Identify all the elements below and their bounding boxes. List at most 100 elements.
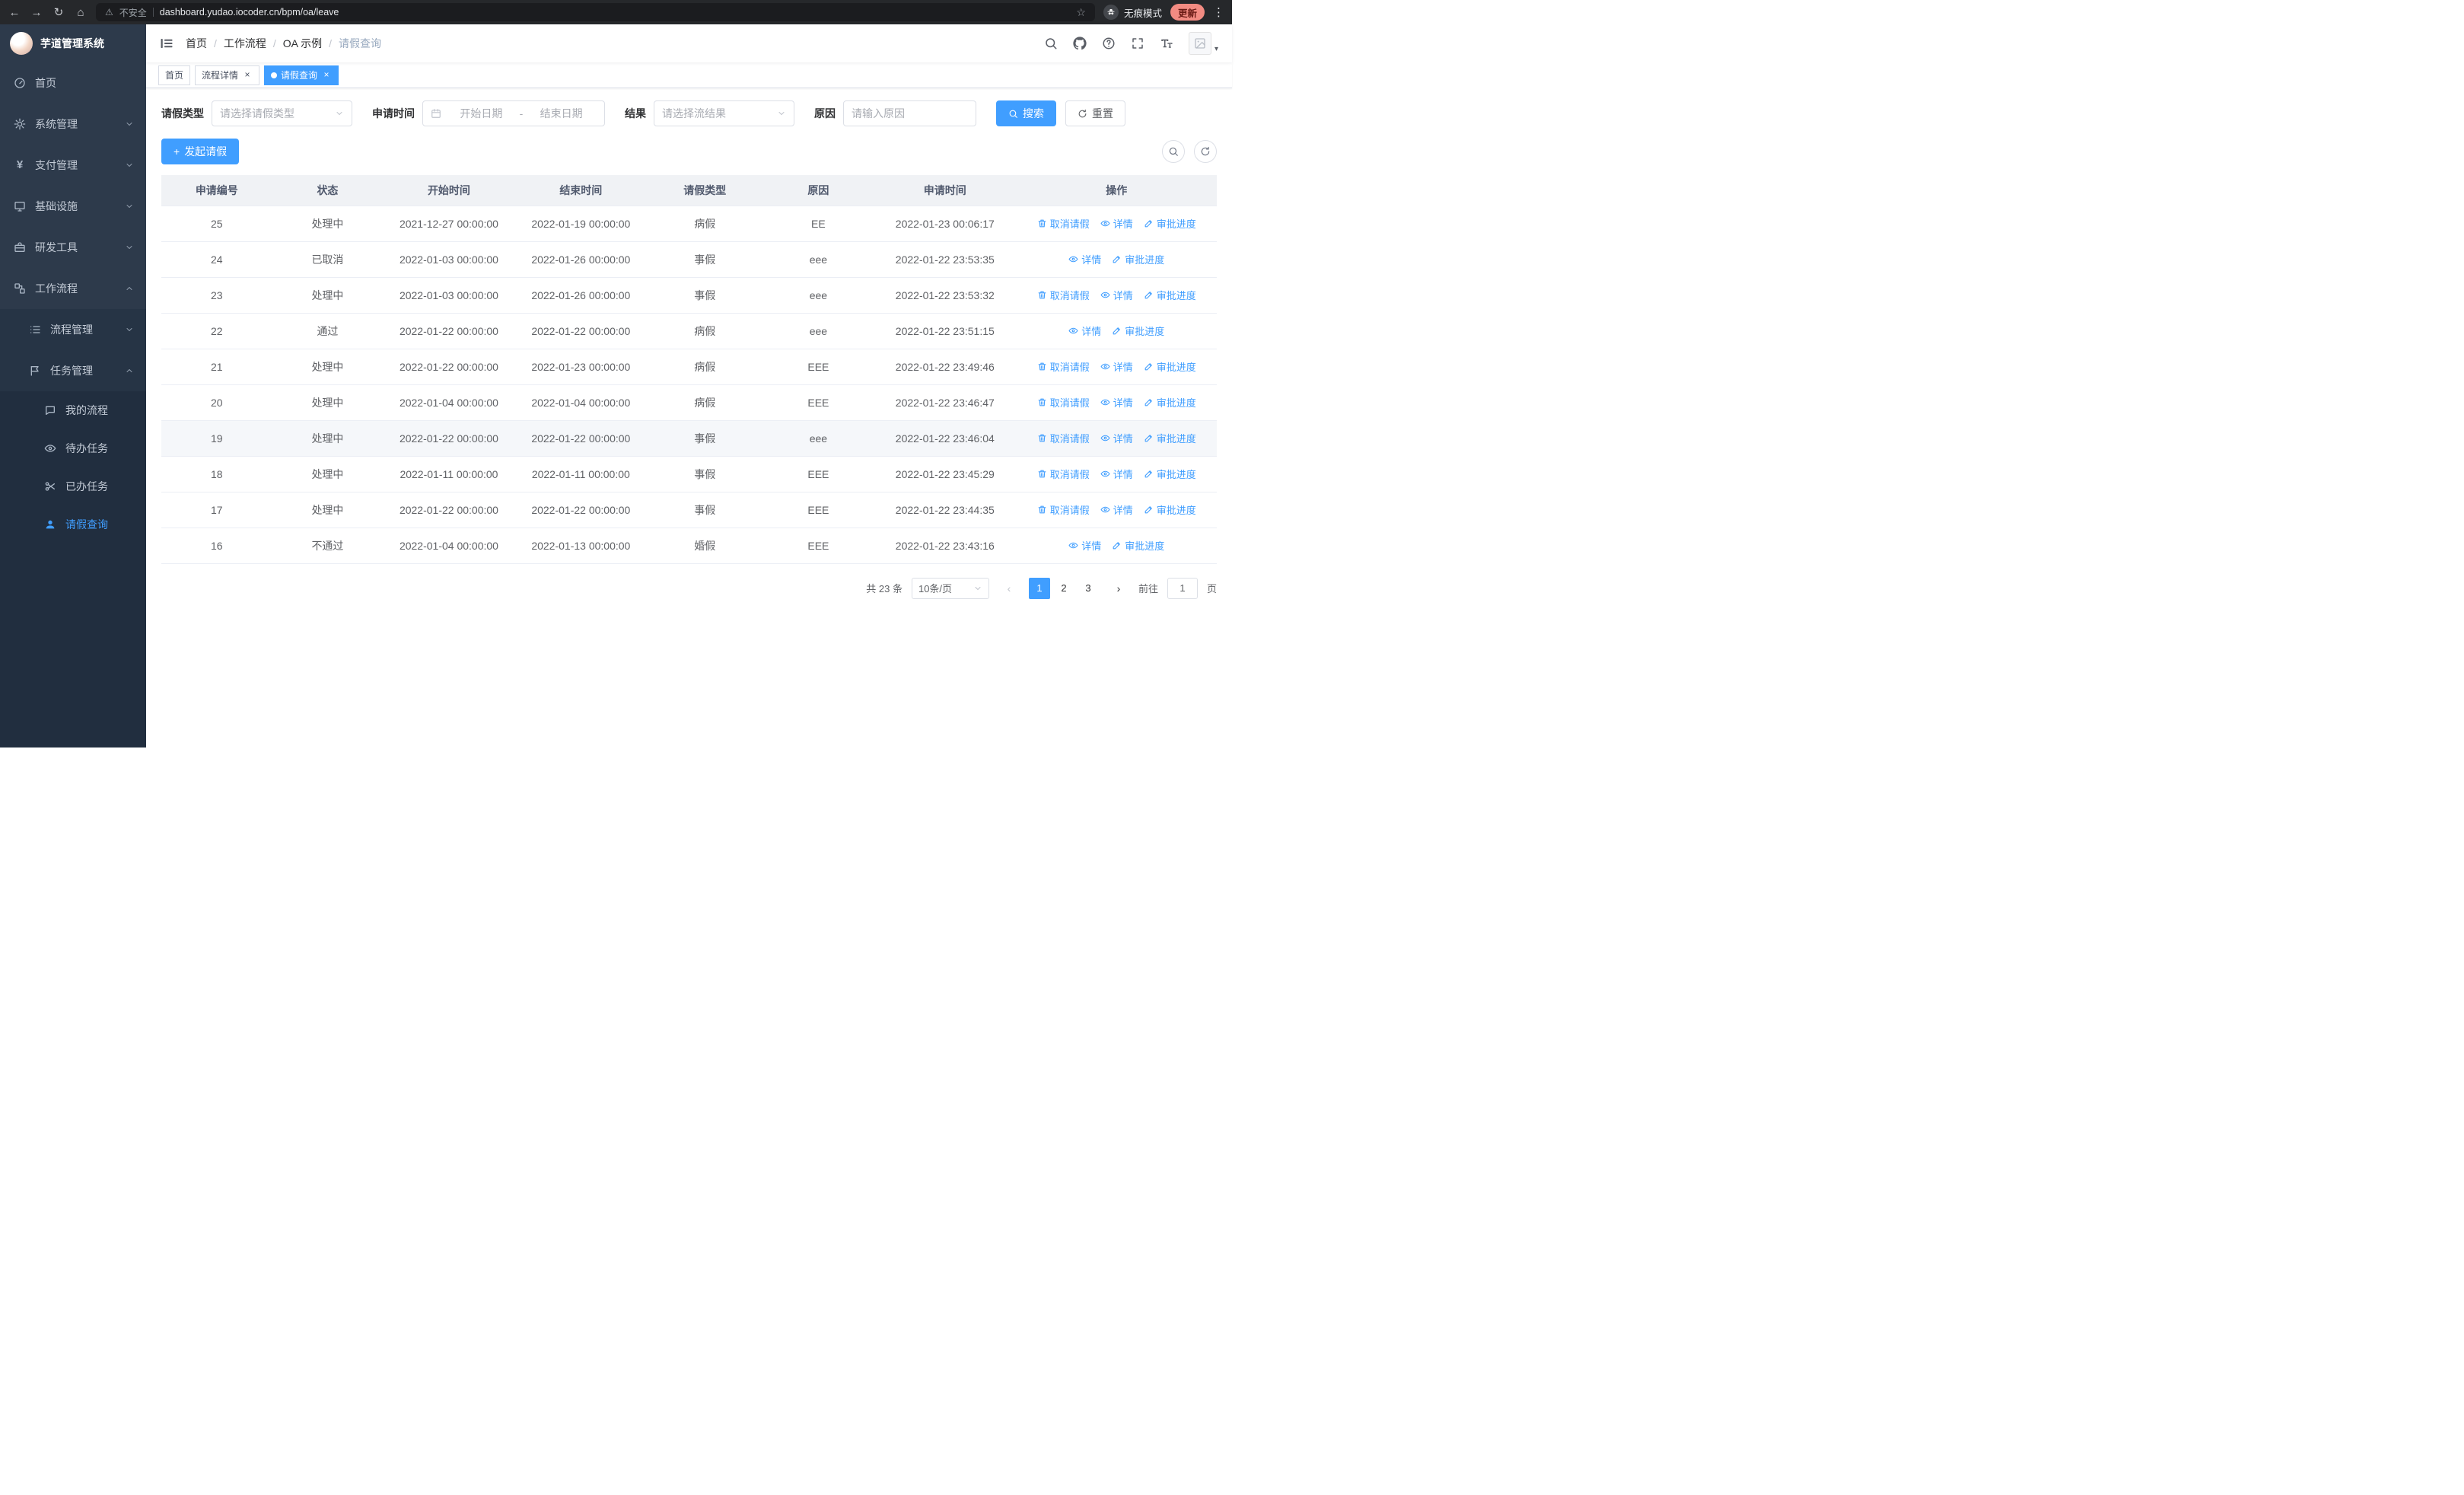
reload-icon[interactable]: ↻ <box>52 5 65 19</box>
trash-icon <box>1037 433 1047 443</box>
github-icon[interactable] <box>1073 37 1087 50</box>
progress-action[interactable]: 审批进度 <box>1112 252 1164 266</box>
cell-status: 处理中 <box>272 456 384 492</box>
search-button[interactable]: 搜索 <box>996 100 1056 126</box>
sidebar-item-leave-query[interactable]: 请假查询 <box>0 505 146 543</box>
search-icon[interactable] <box>1044 37 1058 50</box>
cell-actions: 取消请假 详情 审批进度 <box>1016 206 1217 242</box>
reset-button[interactable]: 重置 <box>1065 100 1125 126</box>
detail-action[interactable]: 详情 <box>1100 467 1133 481</box>
goto-page-input[interactable] <box>1167 577 1198 599</box>
page-button-2[interactable]: 2 <box>1053 578 1074 599</box>
breadcrumb-item[interactable]: 工作流程 <box>224 36 266 51</box>
cancel-action[interactable]: 取消请假 <box>1037 216 1090 231</box>
close-icon[interactable]: × <box>321 69 332 81</box>
detail-action[interactable]: 详情 <box>1100 216 1133 231</box>
edit-icon <box>1144 397 1154 407</box>
cell-end: 2022-01-22 00:00:00 <box>514 313 647 349</box>
tab-home[interactable]: 首页 <box>158 65 191 85</box>
update-button[interactable]: 更新 <box>1170 4 1205 21</box>
detail-action[interactable]: 详情 <box>1068 324 1101 338</box>
back-icon[interactable]: ← <box>8 6 21 19</box>
progress-action[interactable]: 审批进度 <box>1112 324 1164 338</box>
page-content: 请假类型 请选择请假类型 申请时间 开始日期 - 结束日期 结果 请选择流结果 … <box>146 88 1232 748</box>
start-date-input[interactable]: 开始日期 <box>446 106 517 121</box>
reason-input[interactable] <box>843 100 976 126</box>
toggle-search-button[interactable] <box>1162 140 1185 163</box>
sidebar-collapse-icon[interactable] <box>160 37 173 50</box>
tab-process-detail[interactable]: 流程详情 × <box>195 65 260 85</box>
sidebar-item-workflow[interactable]: 工作流程 <box>0 268 146 309</box>
sidebar-item-home[interactable]: 首页 <box>0 62 146 104</box>
table-row: 20 处理中 2022-01-04 00:00:00 2022-01-04 00:00… <box>161 384 1217 421</box>
sidebar-item-task-management[interactable]: 任务管理 <box>0 350 146 391</box>
user-menu[interactable]: ▾ <box>1188 32 1218 55</box>
sidebar-item-payment[interactable]: ¥ 支付管理 <box>0 145 146 186</box>
tab-leave-query[interactable]: 请假查询 × <box>264 65 339 85</box>
more-menu-icon[interactable]: ⋮ <box>1213 5 1224 19</box>
cancel-action[interactable]: 取消请假 <box>1037 431 1090 445</box>
forward-icon[interactable]: → <box>30 6 43 19</box>
cancel-action[interactable]: 取消请假 <box>1037 288 1090 302</box>
breadcrumb-item[interactable]: OA 示例 <box>283 36 322 51</box>
address-bar[interactable]: ⚠ 不安全 dashboard.yudao.iocoder.cn/bpm/oa/… <box>96 3 1095 21</box>
sidebar-item-my-process[interactable]: 我的流程 <box>0 391 146 429</box>
progress-action[interactable]: 审批进度 <box>1144 395 1196 410</box>
end-date-input[interactable]: 结束日期 <box>526 106 597 121</box>
progress-action[interactable]: 审批进度 <box>1144 288 1196 302</box>
cancel-action[interactable]: 取消请假 <box>1037 359 1090 374</box>
detail-action[interactable]: 详情 <box>1100 431 1133 445</box>
detail-action[interactable]: 详情 <box>1100 502 1133 517</box>
sidebar-item-todo-tasks[interactable]: 待办任务 <box>0 429 146 467</box>
sidebar-item-infrastructure[interactable]: 基础设施 <box>0 186 146 227</box>
cell-actions: 取消请假 详情 审批进度 <box>1016 456 1217 492</box>
leave-type-select[interactable]: 请选择请假类型 <box>212 100 352 126</box>
app-logo[interactable]: 芋道管理系统 <box>0 24 146 62</box>
close-icon[interactable]: × <box>242 69 253 81</box>
result-select[interactable]: 请选择流结果 <box>654 100 794 126</box>
plus-icon: + <box>173 145 180 158</box>
workflow-icon <box>14 282 26 295</box>
prev-page-button[interactable]: ‹ <box>998 578 1020 599</box>
refresh-table-button[interactable] <box>1194 140 1217 163</box>
progress-action[interactable]: 审批进度 <box>1144 467 1196 481</box>
eye-icon <box>1100 362 1110 371</box>
next-page-button[interactable]: › <box>1108 578 1129 599</box>
page-button-3[interactable]: 3 <box>1078 578 1099 599</box>
cancel-action[interactable]: 取消请假 <box>1037 395 1090 410</box>
progress-action[interactable]: 审批进度 <box>1112 538 1164 553</box>
security-label[interactable]: 不安全 <box>119 6 147 19</box>
star-icon[interactable]: ☆ <box>1076 6 1086 19</box>
progress-action[interactable]: 审批进度 <box>1144 431 1196 445</box>
monitor-icon <box>14 200 26 212</box>
page-button-1[interactable]: 1 <box>1028 577 1050 599</box>
detail-action[interactable]: 详情 <box>1100 395 1133 410</box>
detail-action[interactable]: 详情 <box>1100 359 1133 374</box>
cell-status: 处理中 <box>272 492 384 528</box>
cell-actions: 取消请假 详情 审批进度 <box>1016 492 1217 528</box>
progress-action[interactable]: 审批进度 <box>1144 359 1196 374</box>
cancel-action[interactable]: 取消请假 <box>1037 502 1090 517</box>
progress-action[interactable]: 审批进度 <box>1144 502 1196 517</box>
detail-action[interactable]: 详情 <box>1100 288 1133 302</box>
table-row: 22 通过 2022-01-22 00:00:00 2022-01-22 00:00:… <box>161 313 1217 349</box>
detail-action[interactable]: 详情 <box>1068 538 1101 553</box>
detail-action[interactable]: 详情 <box>1068 252 1101 266</box>
home-icon[interactable]: ⌂ <box>74 6 88 19</box>
progress-action[interactable]: 审批进度 <box>1144 216 1196 231</box>
breadcrumb-item[interactable]: 首页 <box>186 36 207 51</box>
cancel-action[interactable]: 取消请假 <box>1037 467 1090 481</box>
sidebar-item-done-tasks[interactable]: 已办任务 <box>0 467 146 505</box>
create-leave-button[interactable]: + 发起请假 <box>161 139 240 164</box>
apply-time-range-picker[interactable]: 开始日期 - 结束日期 <box>422 100 605 126</box>
sidebar-item-system[interactable]: 系统管理 <box>0 104 146 145</box>
yen-icon: ¥ <box>16 158 24 171</box>
page-size-select[interactable]: 10条/页 <box>911 577 989 599</box>
sidebar-item-process-management[interactable]: 流程管理 <box>0 309 146 350</box>
fullscreen-icon[interactable] <box>1131 37 1144 50</box>
help-icon[interactable] <box>1102 37 1116 50</box>
sidebar-item-devtools[interactable]: 研发工具 <box>0 227 146 268</box>
url-text[interactable]: dashboard.yudao.iocoder.cn/bpm/oa/leave <box>160 7 339 18</box>
font-size-icon[interactable] <box>1160 37 1173 50</box>
trash-icon <box>1037 505 1047 515</box>
